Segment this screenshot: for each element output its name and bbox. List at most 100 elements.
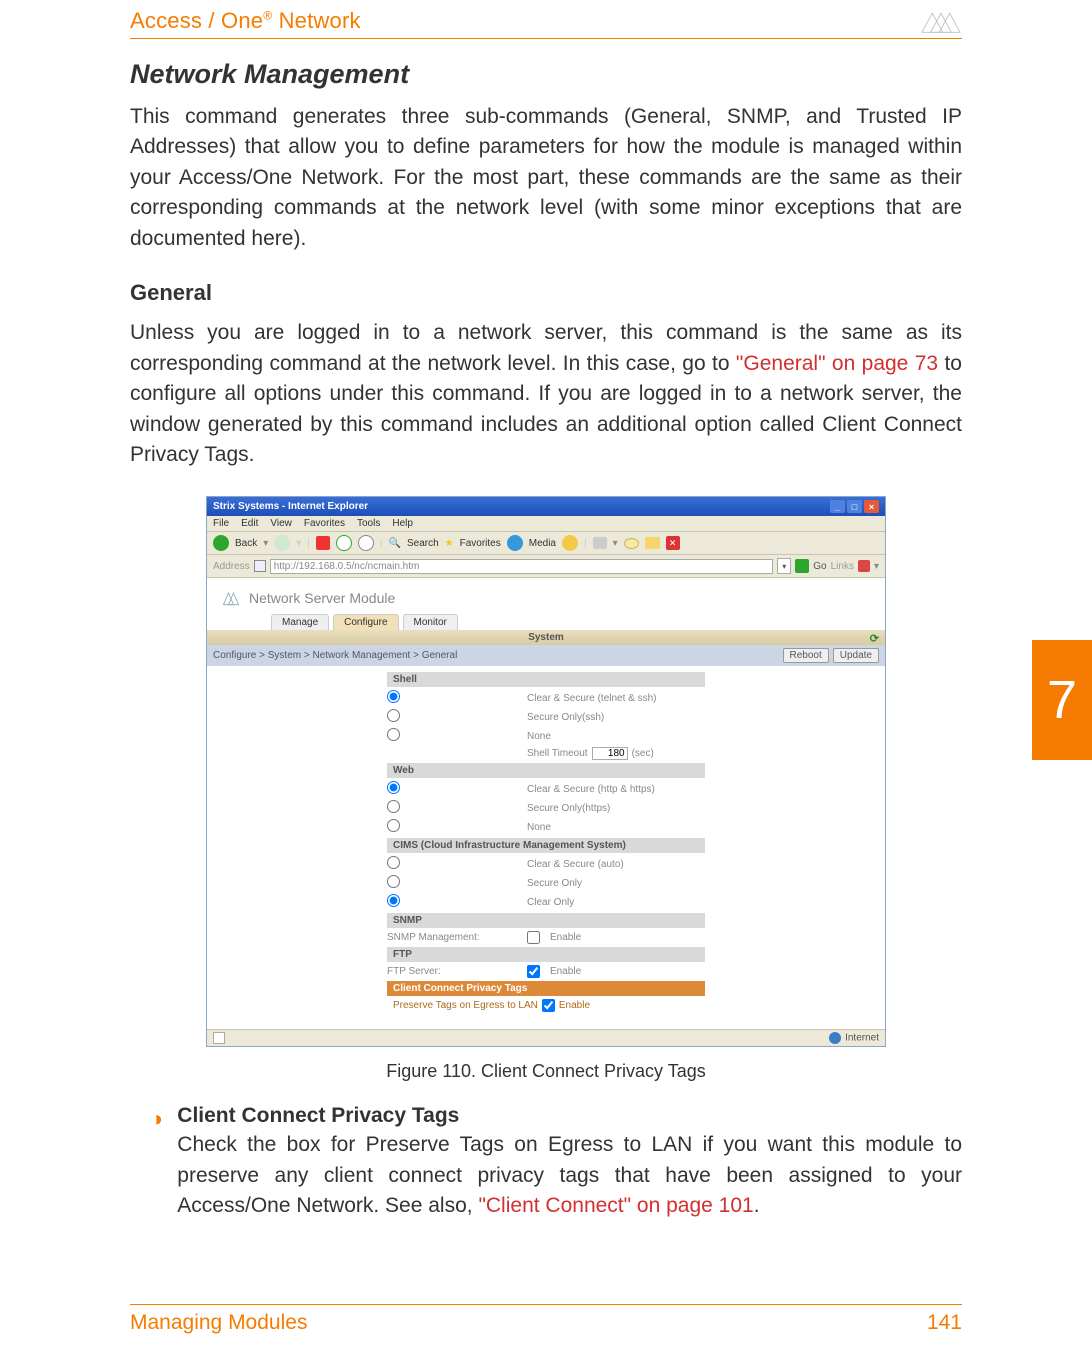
media-label[interactable]: Media <box>529 538 556 549</box>
menu-favorites[interactable]: Favorites <box>304 518 345 529</box>
menu-tools[interactable]: Tools <box>357 518 380 529</box>
forward-icon[interactable] <box>274 535 290 551</box>
close-icon[interactable]: × <box>864 500 879 513</box>
print-icon[interactable] <box>593 537 607 549</box>
update-button[interactable]: Update <box>833 648 879 663</box>
web-opt3-label: None <box>527 822 551 833</box>
web-opt2-label: Secure Only(https) <box>527 803 610 814</box>
tab-manage[interactable]: Manage <box>271 614 329 630</box>
ccpt-row: Preserve Tags on Egress to LAN Enable <box>393 999 699 1012</box>
subnav-label[interactable]: System <box>528 632 564 643</box>
shell-timeout-unit: (sec) <box>632 748 654 759</box>
module-tabs: Manage Configure Monitor <box>207 608 885 630</box>
address-dropdown-icon[interactable]: ▾ <box>777 558 791 574</box>
module-title: Network Server Module <box>249 590 395 606</box>
section-ccpt: Client Connect Privacy Tags <box>387 981 705 996</box>
reboot-button[interactable]: Reboot <box>783 648 829 663</box>
brand-reg: ® <box>263 9 272 23</box>
shell-opt2-radio[interactable] <box>387 709 400 722</box>
shell-opt2-label: Secure Only(ssh) <box>527 712 604 723</box>
web-opt1-radio[interactable] <box>387 781 400 794</box>
bullet-heading: Client Connect Privacy Tags <box>177 1104 962 1128</box>
section-intro: This command generates three sub-command… <box>130 102 962 254</box>
footer-section: Managing Modules <box>130 1311 307 1335</box>
links-icon[interactable] <box>858 560 870 572</box>
address-input[interactable] <box>270 559 774 574</box>
strix-small-logo-icon <box>221 588 241 608</box>
chapter-tab: 7 <box>1032 640 1092 760</box>
minimize-icon[interactable]: _ <box>830 500 845 513</box>
mail-icon[interactable] <box>624 538 639 549</box>
section-shell: Shell <box>387 672 705 687</box>
figure-caption: Figure 110. Client Connect Privacy Tags <box>386 1061 706 1082</box>
status-page-icon <box>213 1032 225 1044</box>
section-web: Web <box>387 763 705 778</box>
web-opt3-radio[interactable] <box>387 819 400 832</box>
ss-statusbar: Internet <box>207 1029 885 1046</box>
tab-monitor[interactable]: Monitor <box>403 614 458 630</box>
ss-title-text: Strix Systems - Internet Explorer <box>213 501 368 512</box>
panel-refresh-icon[interactable]: ⟳ <box>870 632 879 645</box>
refresh-icon[interactable] <box>336 535 352 551</box>
snmp-enable-label: Enable <box>550 932 581 943</box>
bullet-body: Check the box for Preserve Tags on Egres… <box>177 1130 962 1221</box>
cims-opt3-radio[interactable] <box>387 894 400 907</box>
doc-brand: Access / One® Network <box>130 8 361 34</box>
search-label[interactable]: Search <box>407 538 439 549</box>
link-general-p73[interactable]: "General" on page 73 <box>736 352 938 375</box>
footer-rule <box>130 1304 962 1305</box>
snmp-label: SNMP Management: <box>387 932 527 943</box>
subsection-paragraph: Unless you are logged in to a network se… <box>130 318 962 470</box>
shell-opt3-radio[interactable] <box>387 728 400 741</box>
ccpt-enable-checkbox[interactable] <box>542 999 555 1012</box>
footer-page-number: 141 <box>927 1311 962 1335</box>
ss-titlebar: Strix Systems - Internet Explorer _ □ × <box>207 497 885 516</box>
home-icon[interactable] <box>358 535 374 551</box>
page-icon <box>254 560 266 572</box>
folder-icon[interactable] <box>645 537 660 549</box>
snmp-enable-checkbox[interactable] <box>527 931 540 944</box>
ftp-label: FTP Server: <box>387 966 527 977</box>
back-label[interactable]: Back <box>235 538 257 549</box>
link-client-connect-p101[interactable]: "Client Connect" on page 101 <box>478 1194 753 1217</box>
tab-configure[interactable]: Configure <box>333 614 398 630</box>
menu-file[interactable]: File <box>213 518 229 529</box>
web-opt2-radio[interactable] <box>387 800 400 813</box>
internet-zone-icon <box>829 1032 841 1044</box>
cims-opt2-label: Secure Only <box>527 878 582 889</box>
cims-opt1-radio[interactable] <box>387 856 400 869</box>
shell-timeout-input[interactable] <box>592 747 628 760</box>
config-form: Shell Clear & Secure (telnet & ssh) Secu… <box>207 666 885 1029</box>
block-icon[interactable]: ✕ <box>666 536 680 550</box>
cims-opt3-label: Clear Only <box>527 897 574 908</box>
ftp-enable-checkbox[interactable] <box>527 965 540 978</box>
media-icon[interactable] <box>507 535 523 551</box>
shell-opt1-radio[interactable] <box>387 690 400 703</box>
section-cims: CIMS (Cloud Infrastructure Management Sy… <box>387 838 705 853</box>
brand-suffix: Network <box>272 8 360 33</box>
section-heading: Network Management <box>130 59 962 90</box>
favorites-label[interactable]: Favorites <box>460 538 501 549</box>
address-label: Address <box>213 561 250 572</box>
brand-prefix: Access / One <box>130 8 263 33</box>
cims-opt2-radio[interactable] <box>387 875 400 888</box>
strix-logo-icon <box>920 8 962 34</box>
status-zone: Internet <box>845 1033 879 1044</box>
breadcrumb: Configure > System > Network Management … <box>213 650 457 661</box>
stop-icon[interactable] <box>316 536 330 550</box>
maximize-icon[interactable]: □ <box>847 500 862 513</box>
ftp-enable-label: Enable <box>550 966 581 977</box>
bullet-icon: ◗ <box>152 1104 165 1221</box>
bullet-body-after: . <box>754 1194 760 1217</box>
menu-help[interactable]: Help <box>392 518 413 529</box>
go-icon[interactable] <box>795 559 809 573</box>
screenshot-window: Strix Systems - Internet Explorer _ □ × … <box>206 496 886 1047</box>
menu-view[interactable]: View <box>270 518 292 529</box>
go-label[interactable]: Go <box>813 561 826 572</box>
section-ftp: FTP <box>387 947 705 962</box>
back-icon[interactable] <box>213 535 229 551</box>
menu-edit[interactable]: Edit <box>241 518 258 529</box>
links-label[interactable]: Links <box>831 561 854 572</box>
ss-toolbar: Back ▾ ▾ | | 🔍Search ★Favorites Media | … <box>207 532 885 555</box>
history-icon[interactable] <box>562 535 578 551</box>
